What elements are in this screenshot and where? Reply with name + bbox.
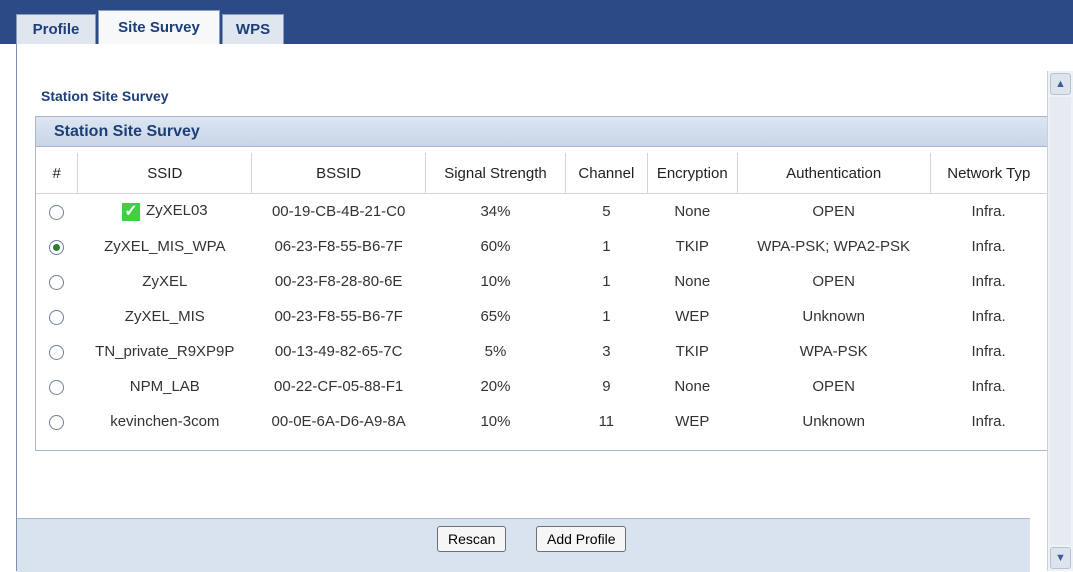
encryption-cell: TKIP xyxy=(675,238,709,255)
channel-cell: 1 xyxy=(602,238,611,255)
channel-cell: 5 xyxy=(602,203,611,220)
col-header-auth: Authentication xyxy=(736,153,931,194)
tab-bar: Profile Site Survey WPS xyxy=(0,0,1073,44)
bssid-cell: 00-23-F8-28-80-6E xyxy=(274,273,403,290)
button-bar: Rescan Add Profile xyxy=(17,518,1030,572)
table-row[interactable]: ZyXEL_MIS_WPA 06-23-F8-55-B6-7F 60% 1 TK… xyxy=(36,229,1047,264)
encryption-cell: WEP xyxy=(675,308,710,325)
encryption-cell: None xyxy=(674,273,711,290)
checkmark-icon: ✓ xyxy=(121,202,140,221)
survey-section: Station Site Survey # SSID BSSID Signal … xyxy=(35,116,1047,451)
row-radio[interactable] xyxy=(49,274,65,290)
network-type-cell: Infra. xyxy=(971,308,1006,325)
network-type-cell: Infra. xyxy=(971,413,1006,430)
encryption-cell: TKIP xyxy=(675,343,709,360)
channel-cell: 11 xyxy=(598,413,615,430)
signal-cell: 20% xyxy=(480,378,511,395)
table-row[interactable]: ✓ ZyXEL03 00-19-CB-4B-21-C0 34% 5 None OP… xyxy=(36,194,1047,230)
chevron-down-icon[interactable]: ▼ xyxy=(1050,547,1071,569)
content-panel: Station Site Survey Station Site Survey … xyxy=(16,44,1047,571)
signal-cell: 5% xyxy=(484,343,507,360)
bssid-cell: 00-0E-6A-D6-A9-8A xyxy=(271,413,406,430)
bssid-cell: 00-23-F8-55-B6-7F xyxy=(274,308,403,325)
signal-cell: 10% xyxy=(480,273,511,290)
col-header-channel: Channel xyxy=(564,153,648,194)
auth-cell: OPEN xyxy=(812,273,855,290)
channel-cell: 1 xyxy=(602,273,611,290)
signal-cell: 34% xyxy=(480,203,511,220)
ssid-cell: kevinchen-3com xyxy=(110,413,220,430)
col-header-network-type: Network Typ xyxy=(929,153,1047,194)
survey-table: # SSID BSSID Signal Strength Channel Enc… xyxy=(36,153,1047,439)
section-header: Station Site Survey xyxy=(36,117,1047,147)
col-header-index: # xyxy=(36,153,78,194)
ssid-cell: ZyXEL xyxy=(142,273,188,290)
table-row[interactable]: kevinchen-3com 00-0E-6A-D6-A9-8A 10% 11 … xyxy=(36,404,1047,439)
signal-cell: 60% xyxy=(480,238,511,255)
signal-cell: 10% xyxy=(480,413,511,430)
channel-cell: 1 xyxy=(602,308,611,325)
auth-cell: OPEN xyxy=(812,203,855,220)
col-header-signal: Signal Strength xyxy=(425,153,566,194)
row-radio[interactable] xyxy=(49,414,65,430)
chevron-up-icon[interactable]: ▲ xyxy=(1050,73,1071,95)
ssid-cell: NPM_LAB xyxy=(129,378,200,395)
network-type-cell: Infra. xyxy=(971,273,1006,290)
auth-cell: OPEN xyxy=(812,378,855,395)
page-title: Station Site Survey xyxy=(41,88,169,104)
signal-cell: 65% xyxy=(480,308,511,325)
rescan-button[interactable]: Rescan xyxy=(437,526,507,552)
channel-cell: 9 xyxy=(602,378,611,395)
scroll-track[interactable] xyxy=(1050,97,1071,545)
table-row[interactable]: ZyXEL 00-23-F8-28-80-6E 10% 1 None OPEN … xyxy=(36,264,1047,299)
tab-profile[interactable]: Profile xyxy=(16,14,96,44)
col-header-encryption: Encryption xyxy=(646,153,738,194)
bssid-cell: 00-13-49-82-65-7C xyxy=(274,343,403,360)
network-type-cell: Infra. xyxy=(971,378,1006,395)
ssid-cell: ZyXEL_MIS xyxy=(124,308,205,325)
ssid-cell: ZyXEL_MIS_WPA xyxy=(104,238,226,255)
auth-cell: WPA-PSK xyxy=(799,343,868,360)
col-header-ssid: SSID xyxy=(77,153,252,194)
bssid-cell: 00-19-CB-4B-21-C0 xyxy=(271,203,406,220)
table-header-row: # SSID BSSID Signal Strength Channel Enc… xyxy=(36,153,1047,194)
row-radio[interactable] xyxy=(49,309,65,325)
tab-site-survey[interactable]: Site Survey xyxy=(98,10,220,44)
encryption-cell: None xyxy=(674,203,711,220)
auth-cell: Unknown xyxy=(802,308,865,325)
row-radio[interactable] xyxy=(49,239,65,255)
row-radio[interactable] xyxy=(49,344,65,360)
col-header-bssid: BSSID xyxy=(251,153,426,194)
network-type-cell: Infra. xyxy=(971,203,1006,220)
table-row[interactable]: NPM_LAB 00-22-CF-05-88-F1 20% 9 None OPE… xyxy=(36,369,1047,404)
vertical-scrollbar[interactable]: ▲ ▼ xyxy=(1047,71,1073,571)
ssid-cell: TN_private_R9XP9P xyxy=(95,343,235,360)
network-type-cell: Infra. xyxy=(971,238,1006,255)
auth-cell: WPA-PSK; WPA2-PSK xyxy=(757,238,911,255)
network-type-cell: Infra. xyxy=(971,343,1006,360)
ssid-cell: ZyXEL03 xyxy=(145,202,208,220)
auth-cell: Unknown xyxy=(802,413,865,430)
table-row[interactable]: ZyXEL_MIS 00-23-F8-55-B6-7F 65% 1 WEP Un… xyxy=(36,299,1047,334)
encryption-cell: WEP xyxy=(675,413,710,430)
add-profile-button[interactable]: Add Profile xyxy=(536,526,627,552)
channel-cell: 3 xyxy=(602,343,611,360)
row-radio[interactable] xyxy=(49,204,65,220)
bssid-cell: 00-22-CF-05-88-F1 xyxy=(274,378,404,395)
encryption-cell: None xyxy=(674,378,711,395)
bssid-cell: 06-23-F8-55-B6-7F xyxy=(274,238,403,255)
table-row[interactable]: TN_private_R9XP9P 00-13-49-82-65-7C 5% 3… xyxy=(36,334,1047,369)
tab-wps[interactable]: WPS xyxy=(222,14,284,44)
row-radio[interactable] xyxy=(49,379,65,395)
